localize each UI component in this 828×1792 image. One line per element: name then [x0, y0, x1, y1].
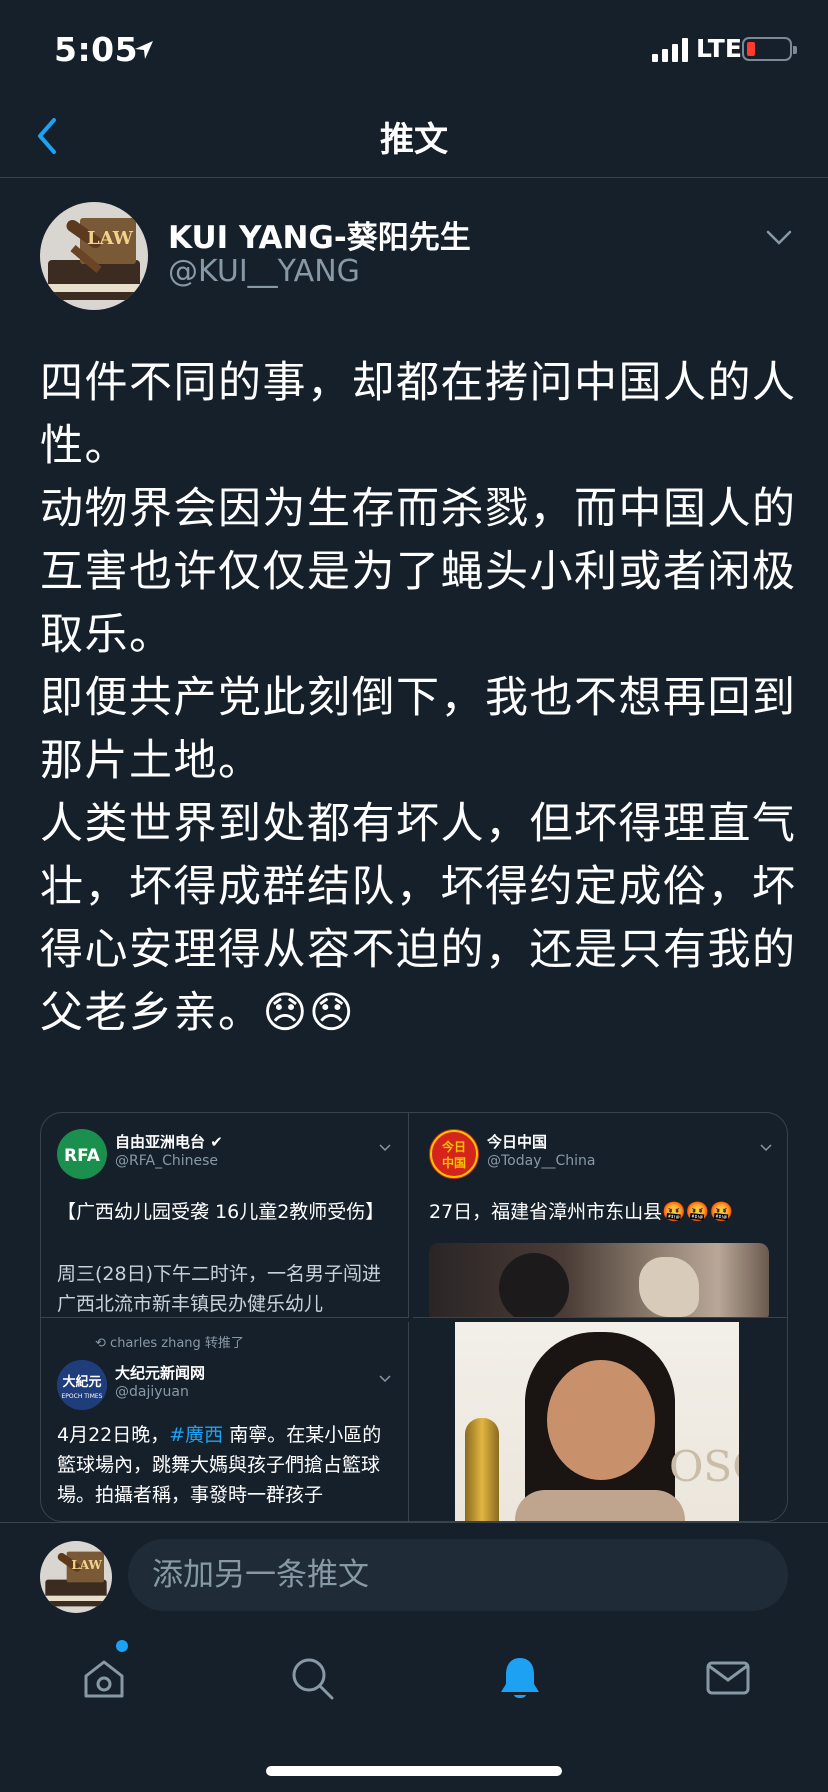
quoted-media-grid: RFA 自由亚洲电台 ✔ @RFA_Chinese 【广西幼儿园受袭 16儿童2… [40, 1112, 788, 1522]
photo-image: OSCA [455, 1322, 739, 1521]
quoted-text: 【广西幼儿园受袭 16儿童2教师受伤】 [57, 1201, 385, 1223]
tweet-body: 四件不同的事，却都在拷问中国人的人性。 动物界会因为生存而杀戮，而中国人的互害也… [40, 358, 797, 1038]
rfa-avatar: RFA [57, 1129, 107, 1179]
svg-text:EPOCH TIMES: EPOCH TIMES [62, 1393, 103, 1400]
svg-text:今日: 今日 [441, 1139, 466, 1154]
quoted-photo[interactable]: OSCA [413, 1322, 787, 1521]
today-china-avatar: 今日 中国 [429, 1129, 479, 1179]
quoted-handle: @dajiyuan [115, 1384, 189, 1400]
quoted-text: 4月22日晚，#廣西 南寧。在某小區的籃球場內，跳舞大媽與孩子們搶占籃球場。拍攝… [57, 1424, 382, 1506]
epoch-times-avatar: 大紀元 EPOCH TIMES [57, 1360, 107, 1410]
status-bar: 5:05 LTE [0, 0, 828, 100]
chevron-down-icon[interactable] [378, 1374, 392, 1384]
quoted-subtext: 周三(28日)下午二时许，一名男子闯进广西北流市新丰镇民办健乐幼儿 [57, 1263, 382, 1315]
nav-header: 推文 [0, 100, 828, 178]
quoted-tweet-today-china[interactable]: 今日 中国 今日中国 @Today__China 27日，福建省漳州市东山县🤬🤬… [413, 1113, 787, 1318]
svg-text:LAW: LAW [71, 1558, 102, 1572]
search-icon[interactable] [288, 1654, 336, 1702]
user-avatar[interactable]: LAW [40, 1541, 112, 1613]
retweet-note: ⟲ charles zhang 转推了 [95, 1336, 244, 1351]
quoted-handle: @Today__China [487, 1153, 596, 1169]
quoted-tweet-epoch-times[interactable]: ⟲ charles zhang 转推了 大紀元 EPOCH TIMES 大纪元新… [41, 1322, 409, 1521]
home-notification-dot [116, 1640, 128, 1652]
quoted-name: 大纪元新闻网 [115, 1364, 206, 1382]
quoted-handle: @RFA_Chinese [115, 1153, 219, 1169]
hashtag-link[interactable]: #廣西 [169, 1424, 223, 1446]
svg-text:大紀元: 大紀元 [62, 1374, 101, 1390]
bottom-tab-bar [0, 1626, 828, 1792]
messages-mail-icon[interactable] [704, 1654, 752, 1702]
reply-bar: LAW 添加另一条推文 [0, 1522, 828, 1626]
home-indicator[interactable] [266, 1766, 562, 1776]
author-handle[interactable]: @KUI__YANG [168, 254, 360, 289]
quoted-text: 27日，福建省漳州市东山县🤬🤬🤬 [429, 1201, 734, 1223]
quoted-name: 自由亚洲电台 ✔ [115, 1133, 223, 1151]
page-title: 推文 [380, 120, 448, 160]
battery-icon [742, 37, 797, 61]
video-thumbnail[interactable] [429, 1243, 769, 1317]
quoted-tweet-rfa[interactable]: RFA 自由亚洲电台 ✔ @RFA_Chinese 【广西幼儿园受袭 16儿童2… [41, 1113, 409, 1318]
network-type: LTE [696, 34, 742, 63]
author-avatar[interactable]: LAW [40, 202, 148, 310]
notifications-bell-icon[interactable] [496, 1654, 544, 1702]
status-time: 5:05 [54, 30, 139, 69]
home-icon[interactable] [80, 1654, 128, 1702]
verified-badge-icon: ✔ [210, 1133, 223, 1151]
svg-text:LAW: LAW [87, 228, 134, 249]
chevron-down-icon[interactable] [759, 1143, 773, 1153]
signal-bars-icon [652, 38, 688, 62]
svg-text:RFA: RFA [64, 1146, 101, 1166]
author-name[interactable]: KUI YANG-葵阳先生 [168, 212, 471, 257]
quoted-name: 今日中国 [487, 1133, 548, 1151]
location-arrow-icon [135, 41, 153, 59]
chevron-down-icon[interactable] [378, 1143, 392, 1153]
retweet-icon: ⟲ [95, 1336, 106, 1351]
chevron-down-icon[interactable] [764, 228, 794, 248]
reply-input[interactable]: 添加另一条推文 [128, 1539, 788, 1611]
svg-text:中国: 中国 [442, 1155, 466, 1170]
